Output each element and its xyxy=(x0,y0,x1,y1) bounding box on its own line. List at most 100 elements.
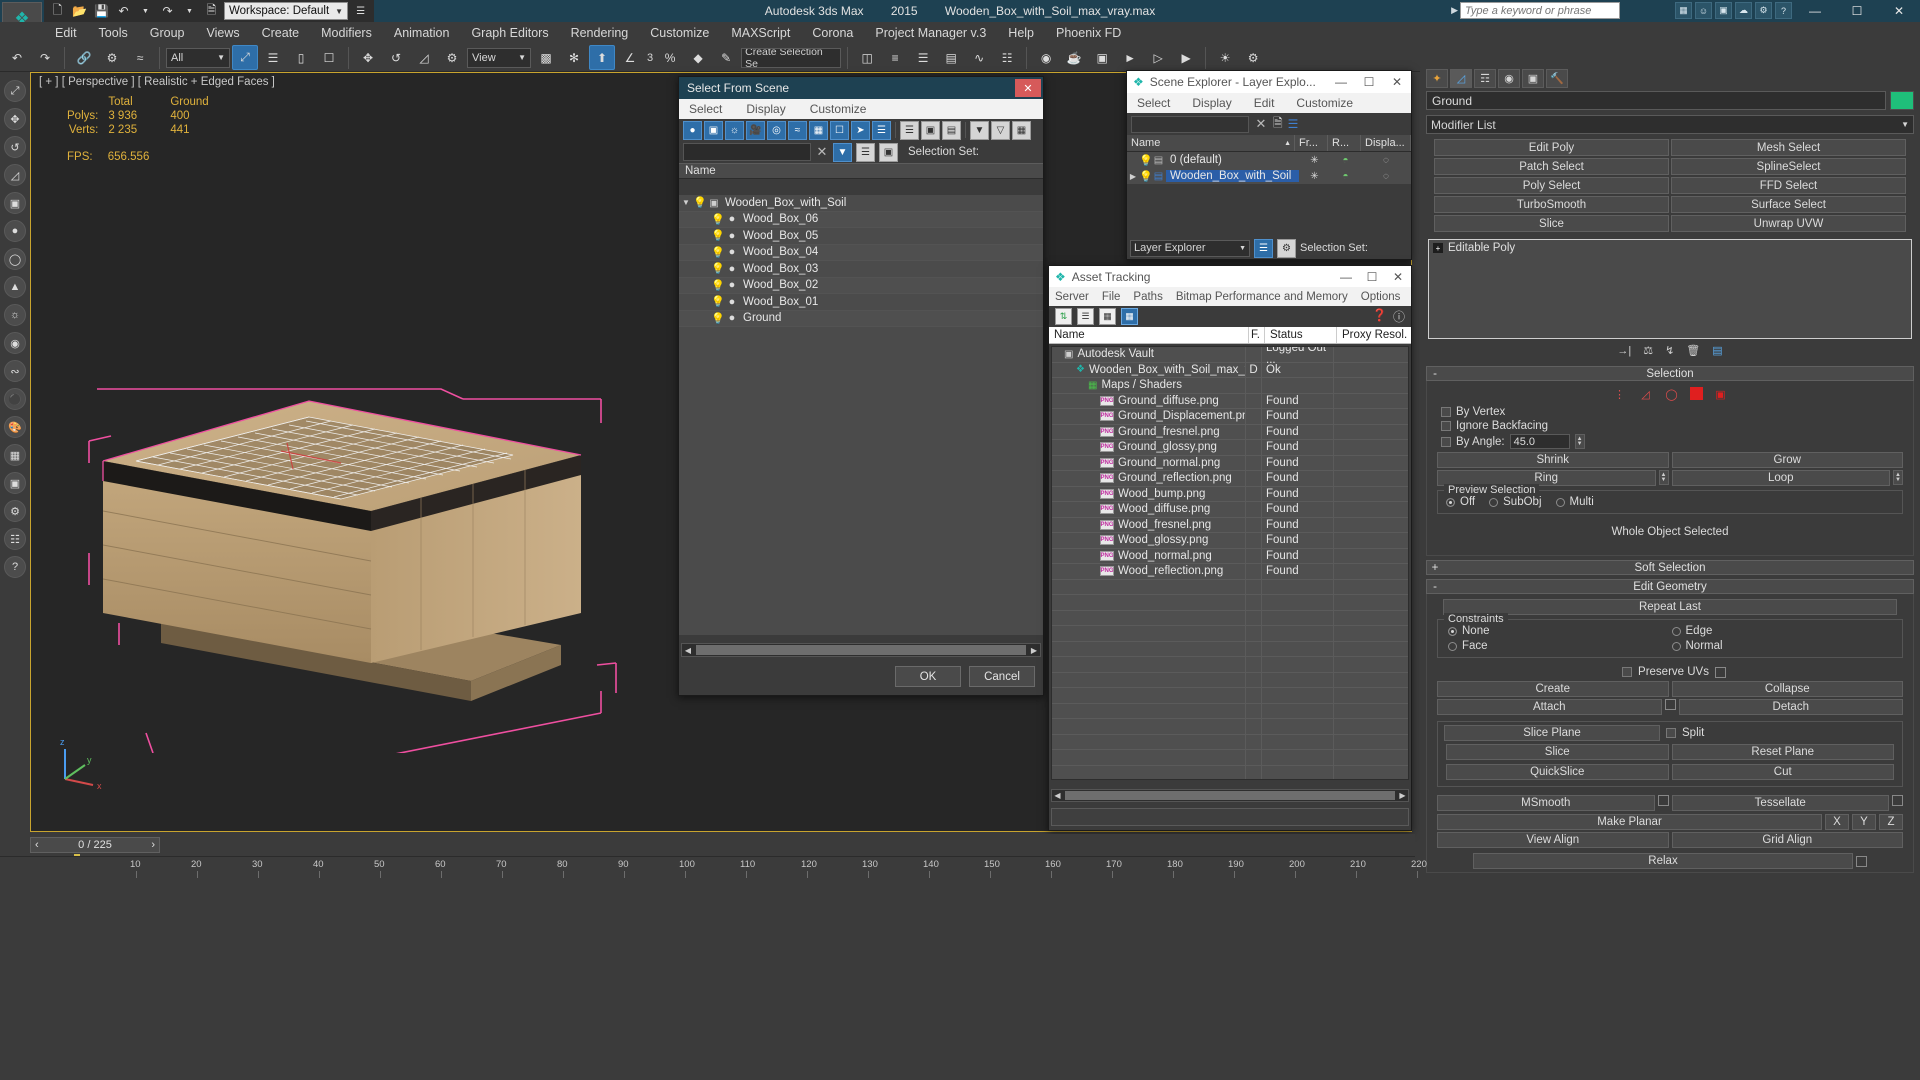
cut-button[interactable]: Cut xyxy=(1671,764,1894,780)
ignore-backfacing-row[interactable]: Ignore Backfacing xyxy=(1433,419,1907,433)
render-iterative-button[interactable]: ▷ xyxy=(1145,45,1171,70)
msmooth-settings-icon[interactable] xyxy=(1657,795,1669,806)
redo-dropdown-icon[interactable]: ▼ xyxy=(180,2,199,20)
display-xrefs-icon[interactable]: ☐ xyxy=(830,120,849,140)
collapse-button[interactable]: Collapse xyxy=(1671,681,1903,697)
cloud-icon[interactable]: ☁ xyxy=(1735,2,1752,19)
workspace-menu-icon[interactable]: ☰ xyxy=(351,2,370,20)
display-geometry-icon[interactable]: ● xyxy=(683,120,702,140)
scene-explorer-window[interactable]: ❖ Scene Explorer - Layer Explo... — ☐ ✕ … xyxy=(1126,70,1412,260)
asset-tracking-window[interactable]: ❖ Asset Tracking — ☐ ✕ Server File Paths Bi… xyxy=(1048,265,1412,831)
asset-row[interactable]: PNG Ground_normal.png Found xyxy=(1052,455,1408,471)
rendered-frame-window-button[interactable]: ▣ xyxy=(1089,45,1115,70)
move-tool-icon[interactable]: ✥ xyxy=(4,108,26,130)
asset-row[interactable]: ❖Wooden_Box_with_Soil_max_vray....DOk xyxy=(1052,362,1408,378)
at-menu-file[interactable]: File xyxy=(1102,291,1121,303)
remove-modifier-icon[interactable]: 🗑 xyxy=(1686,344,1700,357)
light-tool-icon[interactable]: ☼ xyxy=(4,304,26,326)
preserve-uvs-row[interactable]: Preserve UVs xyxy=(1433,662,1907,679)
preserve-uvs-settings-icon[interactable] xyxy=(1714,666,1726,678)
menu-item-corona[interactable]: Corona xyxy=(801,24,864,42)
minimize-button[interactable]: — xyxy=(1794,0,1836,22)
material-tool-icon[interactable]: ⚫ xyxy=(4,388,26,410)
vault-help-icon[interactable]: ❓ xyxy=(1372,308,1387,325)
modifier-stack[interactable]: + Editable Poly xyxy=(1428,239,1912,339)
asset-row[interactable]: PNG Wood_normal.png Found xyxy=(1052,548,1408,564)
renderable-toggle-icon[interactable]: ◓ xyxy=(1330,170,1361,182)
scale-tool-icon[interactable]: ◿ xyxy=(4,164,26,186)
grid-align-button[interactable]: Grid Align xyxy=(1671,832,1903,848)
new-file-icon[interactable]: 🗋 xyxy=(48,2,67,20)
modifier-button-slice[interactable]: Slice xyxy=(1434,215,1669,232)
display-space-warps-icon[interactable]: ≈ xyxy=(788,120,807,140)
menu-item-views[interactable]: Views xyxy=(195,24,250,42)
light-bulb-icon[interactable]: 💡 xyxy=(1139,154,1153,167)
horizontal-scrollbar[interactable]: ◀ ▶ xyxy=(681,643,1041,657)
tab-hierarchy[interactable]: ☶ xyxy=(1474,68,1496,88)
column-name[interactable]: Name ▲ xyxy=(1127,135,1295,151)
menu-item-group[interactable]: Group xyxy=(139,24,196,42)
scene-list-row[interactable]: 💡 ● Wood_Box_04 xyxy=(679,244,1043,261)
modifier-button-ffd-select[interactable]: FFD Select xyxy=(1671,177,1906,194)
filter-icon[interactable]: ▼ xyxy=(970,120,989,140)
asset-list[interactable]: ▣ Autodesk Vault Logged Out ... ❖ Wooden_Box… xyxy=(1051,346,1409,780)
selection-filter-combo[interactable]: All ▼ xyxy=(166,47,230,68)
scene-list-row[interactable]: 💡 ● Wood_Box_01 xyxy=(679,294,1043,311)
by-vertex-checkbox[interactable] xyxy=(1441,407,1451,417)
redo-button[interactable]: ↷ xyxy=(32,45,58,70)
list-view-icon[interactable]: ☰ xyxy=(1077,308,1094,325)
border-subobject-icon[interactable]: ◯ xyxy=(1664,387,1680,401)
cone-tool-icon[interactable]: ▲ xyxy=(4,276,26,298)
search-expand-icon[interactable]: ▶ xyxy=(1451,5,1458,16)
object-name-field[interactable]: Ground xyxy=(1426,91,1886,110)
modifier-button-splineselect[interactable]: SplineSelect xyxy=(1671,158,1906,175)
asset-row[interactable]: PNG Ground_Displacement.png Found xyxy=(1052,409,1408,425)
detach-button[interactable]: Detach xyxy=(1678,699,1903,715)
tab-create[interactable]: ✦ xyxy=(1426,68,1448,88)
help-icon[interactable]: ? xyxy=(1775,2,1792,19)
constraint-face-radio[interactable] xyxy=(1448,641,1457,651)
grid-icon[interactable]: ▦ xyxy=(1675,2,1692,19)
paint-tool-icon[interactable]: 🎨 xyxy=(4,416,26,438)
asset-row[interactable]: PNG Ground_diffuse.png Found xyxy=(1052,393,1408,409)
layer-filter-icon[interactable]: ☰ xyxy=(856,142,875,162)
asset-row[interactable]: PNG Wood_reflection.png Found xyxy=(1052,564,1408,580)
close-button[interactable]: ✕ xyxy=(1878,0,1920,22)
menu-item-rendering[interactable]: Rendering xyxy=(560,24,640,42)
camera-tool-icon[interactable]: ◉ xyxy=(4,332,26,354)
column-status[interactable]: Status xyxy=(1265,327,1337,343)
clear-find-icon[interactable]: ✕ xyxy=(1254,116,1268,132)
ribbon-toggle-button[interactable]: ▤ xyxy=(938,45,964,70)
planar-x-button[interactable]: X xyxy=(1825,814,1849,830)
display-helpers-icon[interactable]: ◎ xyxy=(767,120,786,140)
sfs-menu-display[interactable]: Display xyxy=(746,102,785,116)
se-menu-select[interactable]: Select xyxy=(1137,96,1170,110)
column-freeze[interactable]: Fr... xyxy=(1295,135,1328,151)
dialog-column-header[interactable]: Name xyxy=(679,163,1043,179)
asset-horizontal-scrollbar[interactable]: ◀ ▶ xyxy=(1051,789,1409,802)
shrink-button[interactable]: Shrink xyxy=(1437,452,1669,468)
track-bar[interactable]: ‹ 0 / 225 › xyxy=(0,834,1415,856)
layer-row[interactable]: 💡 ▤ 0 (default) ✳ ◓ ◌ xyxy=(1127,152,1411,168)
corona-render-button[interactable]: ☀ xyxy=(1212,45,1238,70)
gear-icon[interactable]: ⚙ xyxy=(1755,2,1772,19)
find-input[interactable] xyxy=(683,143,811,161)
layers-tool-icon[interactable]: ☷ xyxy=(4,528,26,550)
scene-list-row[interactable]: ▼ 💡 ▣ Wooden_Box_with_Soil xyxy=(679,195,1043,212)
edit-geometry-rollout-header[interactable]: - Edit Geometry xyxy=(1426,579,1914,594)
preview-multi-radio[interactable] xyxy=(1555,497,1565,507)
ring-spinner[interactable]: ▲ ▼ xyxy=(1658,470,1669,485)
asset-row[interactable]: PNG Wood_diffuse.png Found xyxy=(1052,502,1408,518)
scene-list-row[interactable]: 💡 ● Ground xyxy=(679,310,1043,327)
edge-subobject-icon[interactable]: ◿ xyxy=(1638,387,1654,401)
display-containers-icon[interactable]: ☰ xyxy=(872,120,891,140)
attach-button[interactable]: Attach xyxy=(1437,699,1662,715)
pin-stack-icon[interactable]: →| xyxy=(1617,345,1631,357)
light-bulb-icon[interactable]: 💡 xyxy=(711,279,725,292)
soft-selection-rollout-header[interactable]: + Soft Selection xyxy=(1426,560,1914,575)
layer-list[interactable]: 💡 ▤ 0 (default) ✳ ◓ ◌ ▶ 💡 ▤ Wooden_Box_with_Soil ✳… xyxy=(1127,152,1411,184)
list-view-icon[interactable]: ▤ xyxy=(942,120,961,140)
frame-indicator[interactable]: ‹ 0 / 225 › xyxy=(30,837,160,853)
menu-item-customize[interactable]: Customize xyxy=(639,24,720,42)
table-view-icon[interactable]: ▦ xyxy=(1121,308,1138,325)
